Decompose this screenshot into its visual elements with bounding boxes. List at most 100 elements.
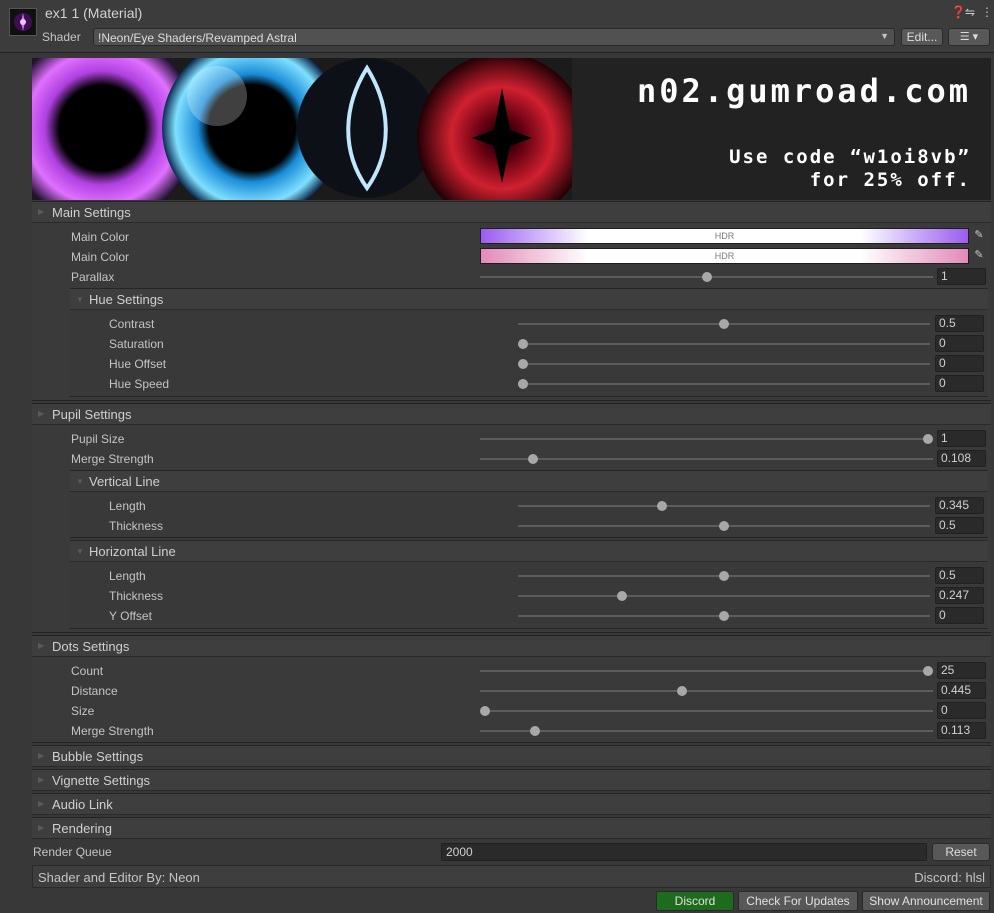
merge-strength-slider[interactable] [480, 458, 933, 460]
saturation-slider[interactable] [518, 343, 930, 345]
shader-menu-button[interactable]: ☰ ▾ [948, 28, 990, 46]
vignette-settings-foldout[interactable]: ▶ Vignette Settings [32, 769, 991, 791]
prop-label: Length [109, 499, 146, 513]
foldout-arrow-icon: ▶ [38, 207, 45, 216]
prop-label: Length [109, 569, 146, 583]
size-value[interactable]: 0 [937, 702, 986, 719]
slider-knob[interactable] [530, 726, 541, 736]
slider-knob[interactable] [527, 454, 538, 464]
main-color-field-1[interactable]: HDR [480, 228, 969, 244]
hue-offset-value[interactable]: 0 [935, 355, 984, 372]
discord-button[interactable]: Discord [656, 891, 734, 911]
prop-label: Main Color [71, 250, 130, 264]
distance-slider[interactable] [480, 690, 933, 692]
prop-label: Distance [71, 684, 118, 698]
main-settings-foldout[interactable]: ▶ Main Settings [32, 201, 991, 223]
prop-label: Y Offset [109, 609, 152, 623]
section-title: Bubble Settings [52, 749, 144, 764]
material-preview-icon [9, 8, 37, 36]
hue-settings-foldout[interactable]: ▼ Hue Settings [70, 288, 988, 310]
vertical-line-foldout[interactable]: ▼ Vertical Line [70, 470, 988, 492]
slider-knob[interactable] [923, 434, 933, 444]
foldout-arrow-icon: ▼ [76, 547, 84, 556]
banner-promo-line-1: Use code “w1oi8vb” [729, 146, 971, 168]
horizontal-line-foldout[interactable]: ▼ Horizontal Line [70, 540, 988, 562]
slider-knob[interactable] [701, 272, 712, 282]
shader-label: Shader [42, 30, 81, 44]
render-queue-input[interactable]: 2000 [441, 843, 927, 861]
hue-speed-value[interactable]: 0 [935, 375, 984, 392]
count-value[interactable]: 25 [937, 662, 986, 679]
inspector-header: ex1 1 (Material) ❓ ⇋ ⋮ Shader !Neon/Eye … [0, 0, 994, 53]
hue-speed-slider[interactable] [518, 383, 930, 385]
bubble-settings-foldout[interactable]: ▶ Bubble Settings [32, 745, 991, 767]
section-title: Audio Link [52, 797, 113, 812]
check-updates-button[interactable]: Check For Updates [738, 891, 858, 911]
promo-banner: n02.gumroad.com Use code “w1oi8vb” for 2… [32, 58, 991, 200]
section-title: Main Settings [52, 205, 131, 220]
prop-label: Pupil Size [71, 432, 125, 446]
dots-settings-foldout[interactable]: ▶ Dots Settings [32, 635, 991, 657]
slider-knob[interactable] [480, 706, 490, 716]
show-announcement-button[interactable]: Show Announcement [862, 891, 990, 911]
more-icon[interactable]: ⋮ [981, 5, 993, 19]
slider-knob[interactable] [719, 571, 729, 581]
foldout-arrow-icon: ▶ [38, 751, 45, 760]
help-icon[interactable]: ❓ [951, 5, 966, 19]
dots-merge-strength-slider[interactable] [480, 730, 933, 732]
audio-link-foldout[interactable]: ▶ Audio Link [32, 793, 991, 815]
pupil-size-value[interactable]: 1 [937, 430, 986, 447]
slider-knob[interactable] [656, 501, 667, 511]
slider-knob[interactable] [719, 319, 729, 329]
count-slider[interactable] [480, 670, 933, 672]
slider-knob[interactable] [518, 379, 528, 389]
slider-knob[interactable] [518, 339, 528, 349]
saturation-value[interactable]: 0 [935, 335, 984, 352]
foldout-arrow-icon: ▶ [38, 823, 45, 832]
size-slider[interactable] [480, 710, 933, 712]
prop-label: Thickness [109, 519, 164, 533]
prop-label: Hue Offset [109, 357, 167, 371]
section-title: Rendering [52, 821, 112, 836]
horizontal-length-value[interactable]: 0.5 [935, 567, 984, 584]
prop-label: Count [71, 664, 104, 678]
eyedropper-icon[interactable]: ✎ [971, 228, 987, 244]
prop-label: Merge Strength [71, 724, 154, 738]
y-offset-value[interactable]: 0 [935, 607, 984, 624]
pupil-size-slider[interactable] [480, 438, 933, 440]
distance-value[interactable]: 0.445 [937, 682, 986, 699]
vertical-length-slider[interactable] [518, 505, 930, 507]
preset-icon[interactable]: ⇋ [965, 5, 975, 19]
hdr-label: HDR [714, 231, 735, 241]
merge-strength-value[interactable]: 0.108 [937, 450, 986, 467]
main-color-field-2[interactable]: HDR [480, 248, 969, 264]
hue-offset-slider[interactable] [518, 363, 930, 365]
parallax-value[interactable]: 1 [937, 268, 986, 285]
section-title: Vignette Settings [52, 773, 151, 788]
edit-shader-button[interactable]: Edit... [901, 28, 943, 46]
shader-dropdown[interactable]: !Neon/Eye Shaders/Revamped Astral ▼ [93, 28, 895, 46]
foldout-arrow-icon: ▼ [76, 295, 84, 304]
foldout-arrow-icon: ▶ [38, 409, 45, 418]
hdr-label: HDR [714, 251, 735, 261]
foldout-arrow-icon: ▶ [38, 775, 45, 784]
slider-knob[interactable] [719, 521, 729, 531]
slider-knob[interactable] [719, 611, 729, 621]
vertical-length-value[interactable]: 0.345 [935, 497, 984, 514]
reset-button[interactable]: Reset [932, 843, 990, 861]
chevron-down-icon: ▼ [880, 31, 889, 41]
eyedropper-icon[interactable]: ✎ [971, 248, 987, 264]
horizontal-thickness-slider[interactable] [518, 595, 930, 597]
subsection-title: Hue Settings [89, 292, 164, 307]
vertical-thickness-value[interactable]: 0.5 [935, 517, 984, 534]
credits-author: Shader and Editor By: Neon [38, 870, 200, 885]
horizontal-thickness-value[interactable]: 0.247 [935, 587, 984, 604]
contrast-value[interactable]: 0.5 [935, 315, 984, 332]
prop-label: Parallax [71, 270, 115, 284]
slider-knob[interactable] [518, 359, 528, 369]
dots-merge-strength-value[interactable]: 0.113 [937, 722, 986, 739]
slider-knob[interactable] [923, 666, 933, 676]
render-queue-label: Render Queue [33, 845, 112, 859]
pupil-settings-foldout[interactable]: ▶ Pupil Settings [32, 403, 991, 425]
rendering-foldout[interactable]: ▶ Rendering [32, 817, 991, 839]
